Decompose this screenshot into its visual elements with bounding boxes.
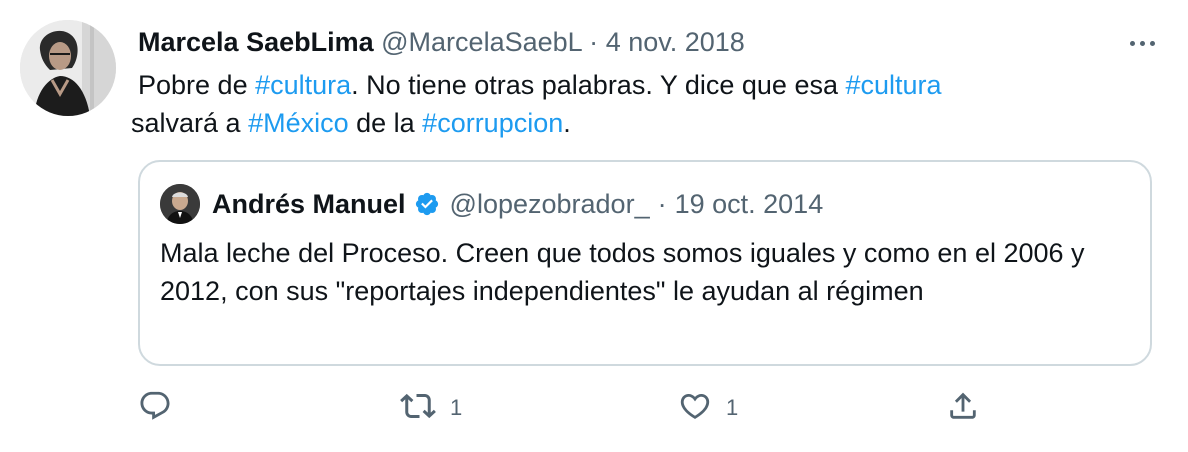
hashtag-corrupcion[interactable]: #corrupcion — [422, 108, 563, 138]
tweet-text-segment: Pobre de — [138, 70, 256, 100]
like-count: 1 — [726, 395, 739, 420]
quoted-tweet-header: Andrés Manuel @lopezobrador_ · 19 oct. 2… — [160, 184, 823, 224]
quoted-author-avatar[interactable] — [160, 184, 200, 224]
tweet-text: Pobre de #cultura. No tiene otras palabr… — [131, 66, 1138, 142]
tweet-text-segment: . — [563, 108, 571, 138]
tweet-actions: 1 1 — [138, 388, 998, 428]
tweet-text-segment: de la — [348, 108, 423, 138]
more-icon — [1129, 40, 1155, 46]
hashtag-cultura[interactable]: #cultura — [255, 70, 351, 100]
author-handle[interactable]: @MarcelaSaebL — [381, 27, 582, 57]
quoted-tweet-date[interactable]: 19 oct. 2014 — [675, 189, 824, 220]
quoted-tweet-text: Mala leche del Proceso. Creen que todos … — [160, 238, 1085, 306]
share-icon — [946, 389, 980, 428]
verified-icon — [414, 191, 440, 217]
author-avatar[interactable] — [20, 20, 116, 116]
reply-icon — [138, 389, 172, 428]
like-button[interactable]: 1 — [678, 388, 738, 428]
header-separator: · — [589, 27, 599, 57]
author-name[interactable]: Marcela SaebLima — [138, 27, 374, 57]
retweet-button[interactable]: 1 — [400, 388, 462, 428]
reply-button[interactable] — [138, 388, 186, 428]
retweet-count: 1 — [450, 395, 463, 420]
more-options-button[interactable] — [1122, 28, 1162, 58]
retweet-icon — [400, 388, 436, 429]
quoted-author-name[interactable]: Andrés Manuel — [212, 189, 406, 220]
share-button[interactable] — [946, 388, 980, 428]
tweet-text-segment: salvará a — [131, 108, 249, 138]
tweet-date[interactable]: 4 nov. 2018 — [606, 27, 745, 57]
tweet-text-segment: . No tiene otras palabras. Y dice que es… — [351, 70, 846, 100]
hashtag-cultura-2[interactable]: #cultura — [845, 70, 941, 100]
tweet-header: Marcela SaebLima @MarcelaSaebL · 4 nov. … — [138, 24, 1128, 60]
tweet[interactable]: Marcela SaebLima @MarcelaSaebL · 4 nov. … — [0, 0, 1188, 452]
like-icon — [678, 389, 712, 428]
quoted-tweet[interactable]: Andrés Manuel @lopezobrador_ · 19 oct. 2… — [138, 160, 1152, 366]
hashtag-mexico[interactable]: #México — [248, 108, 349, 138]
author-avatar-image — [20, 20, 116, 116]
quoted-avatar-image — [160, 184, 200, 224]
quoted-header-separator: · — [657, 188, 667, 219]
quoted-author-handle[interactable]: @lopezobrador_ — [450, 189, 650, 220]
